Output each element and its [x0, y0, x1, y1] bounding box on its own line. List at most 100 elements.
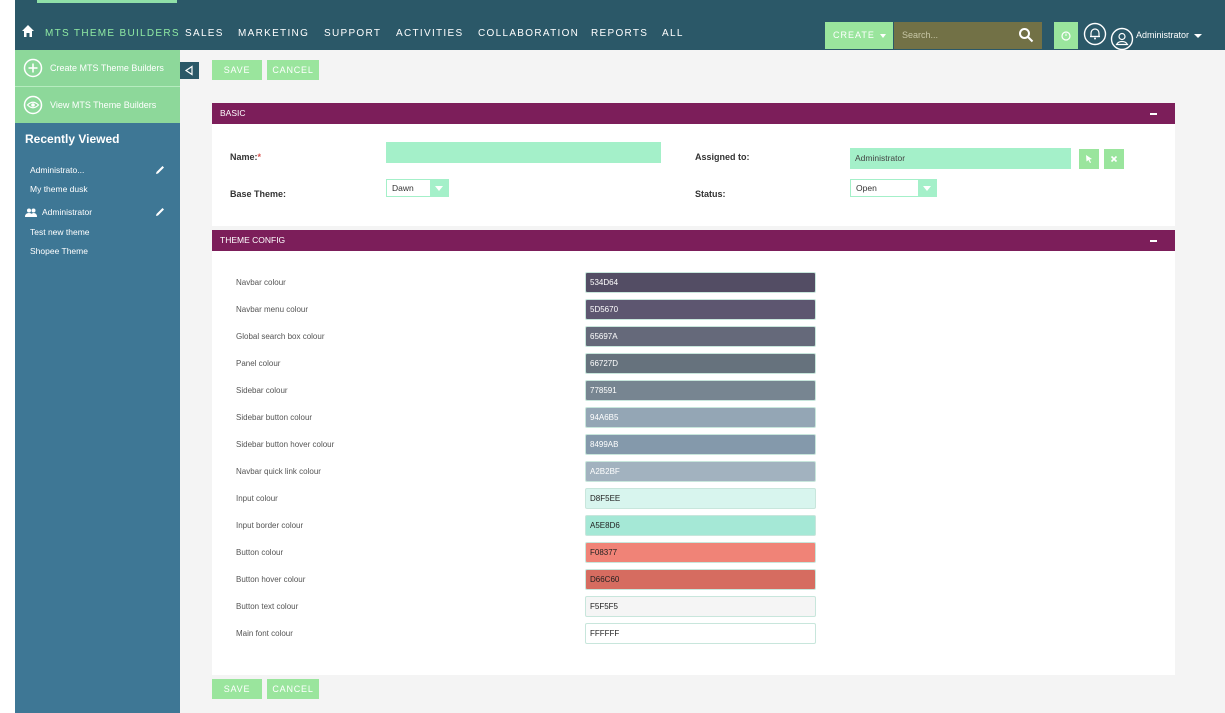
base-theme-value: Dawn: [392, 183, 414, 193]
theme-config-row: Navbar colour 534D64: [212, 268, 1175, 295]
colour-input[interactable]: 66727D: [585, 353, 816, 374]
nav-item-collaboration[interactable]: COLLABORATION: [478, 28, 579, 39]
assigned-to-label: Assigned to:: [695, 152, 750, 162]
nav-item-sales[interactable]: SALES: [185, 28, 224, 39]
theme-config-label: Sidebar button hover colour: [236, 440, 335, 449]
colour-input[interactable]: 534D64: [585, 272, 816, 293]
theme-config-label: Sidebar colour: [236, 386, 288, 395]
panel-title: THEME CONFIG: [220, 235, 286, 245]
create-button-label: CREATE: [833, 30, 875, 40]
save-button[interactable]: SAVE: [212, 60, 262, 80]
assigned-to-input[interactable]: Administrator: [850, 148, 1071, 169]
recent-item[interactable]: Shopee Theme: [30, 246, 88, 256]
theme-config-row: Navbar menu colour 5D5670: [212, 295, 1175, 322]
theme-config-row: Button text colour F5F5F5: [212, 592, 1175, 619]
theme-config-row: Sidebar button hover colour 8499AB: [212, 430, 1175, 457]
nav-item-support[interactable]: SUPPORT: [324, 28, 381, 39]
colour-input[interactable]: 65697A: [585, 326, 816, 347]
sidebar: Create MTS Theme Builders View MTS Theme…: [15, 50, 180, 713]
base-theme-select[interactable]: Dawn: [386, 179, 449, 197]
cancel-button-bottom[interactable]: CANCEL: [267, 679, 319, 699]
create-button[interactable]: CREATE: [825, 22, 893, 49]
panel-title: BASIC: [220, 108, 246, 118]
action-label: Create MTS Theme Builders: [50, 63, 164, 73]
user-name-label: Administrator: [1136, 30, 1190, 40]
action-label: View MTS Theme Builders: [50, 100, 157, 110]
colour-input[interactable]: 8499AB: [585, 434, 816, 455]
collapse-minus-icon[interactable]: [1150, 240, 1157, 242]
user-menu[interactable]: Administrator: [1136, 30, 1202, 40]
nav-item-reports[interactable]: REPORTS: [591, 28, 648, 39]
search-icon[interactable]: [1018, 27, 1034, 43]
theme-config-label: Panel colour: [236, 359, 281, 368]
status-label: Status:: [695, 189, 726, 199]
theme-config-panel-header[interactable]: THEME CONFIG: [212, 230, 1175, 251]
status-value: Open: [856, 183, 877, 193]
recent-item[interactable]: Administrator: [42, 207, 92, 217]
colour-input[interactable]: FFFFFF: [585, 623, 816, 644]
recent-item[interactable]: Test new theme: [30, 227, 90, 237]
notification-bell-icon[interactable]: [1083, 22, 1107, 46]
chevron-down-icon: [880, 34, 886, 38]
name-label: Name:*: [230, 152, 262, 162]
nav-item-activities[interactable]: ACTIVITIES: [396, 28, 463, 39]
theme-config-label: Main font colour: [236, 629, 293, 638]
colour-input[interactable]: 778591: [585, 380, 816, 401]
pencil-icon[interactable]: [155, 165, 165, 175]
theme-config-label: Sidebar button colour: [236, 413, 313, 422]
view-mts-theme-builders-action[interactable]: View MTS Theme Builders: [15, 86, 180, 123]
theme-config-row: Input border colour A5E8D6: [212, 511, 1175, 538]
clear-user-button[interactable]: [1104, 149, 1124, 169]
theme-config-row: Global search box colour 65697A: [212, 322, 1175, 349]
cancel-button[interactable]: CANCEL: [267, 60, 319, 80]
select-user-button[interactable]: [1079, 149, 1099, 169]
home-icon[interactable]: [21, 24, 35, 38]
active-nav-indicator: [37, 0, 177, 3]
theme-config-label: Button hover colour: [236, 575, 306, 584]
collapse-arrow-icon: [184, 65, 193, 76]
theme-config-panel-body: Navbar colour 534D64 Navbar menu colour 5D5…: [212, 251, 1175, 675]
theme-config-row: Main font colour FFFFFF: [212, 619, 1175, 646]
recent-item[interactable]: My theme dusk: [30, 184, 88, 194]
colour-input[interactable]: 5D5670: [585, 299, 816, 320]
people-icon: [25, 208, 37, 217]
theme-config-label: Navbar quick link colour: [236, 467, 321, 476]
colour-input[interactable]: F08377: [585, 542, 816, 563]
cursor-arrow-icon: [1086, 155, 1092, 163]
theme-config-row: Sidebar colour 778591: [212, 376, 1175, 403]
theme-config-row: Input colour D8F5EE: [212, 484, 1175, 511]
colour-input[interactable]: F5F5F5: [585, 596, 816, 617]
create-mts-theme-builders-action[interactable]: Create MTS Theme Builders: [15, 50, 180, 86]
base-theme-label: Base Theme:: [230, 189, 287, 199]
recent-item[interactable]: Administrato...: [30, 165, 84, 175]
name-input[interactable]: [386, 142, 661, 163]
colour-input[interactable]: A2B2BF: [585, 461, 816, 482]
theme-config-row: Button colour F08377: [212, 538, 1175, 565]
nav-brand-module[interactable]: MTS THEME BUILDERS: [45, 28, 180, 39]
colour-input[interactable]: 94A6B5: [585, 407, 816, 428]
nav-item-marketing[interactable]: MARKETING: [238, 28, 309, 39]
eye-icon: [23, 95, 43, 115]
theme-config-row: Button hover colour D66C60: [212, 565, 1175, 592]
theme-config-label: Navbar menu colour: [236, 305, 309, 314]
plus-circle-icon: [23, 58, 43, 78]
quick-action-button[interactable]: [1054, 22, 1078, 49]
theme-config-label: Button text colour: [236, 602, 299, 611]
colour-input[interactable]: D66C60: [585, 569, 816, 590]
top-navbar: MTS THEME BUILDERS SALES MARKETING SUPPO…: [15, 0, 1225, 51]
clock-icon: [1061, 31, 1071, 41]
sidebar-collapse-toggle[interactable]: [180, 62, 199, 79]
save-button-bottom[interactable]: SAVE: [212, 679, 262, 699]
colour-input[interactable]: A5E8D6: [585, 515, 816, 536]
user-avatar-icon[interactable]: [1110, 27, 1134, 51]
collapse-minus-icon[interactable]: [1150, 113, 1157, 115]
dropdown-arrow-icon: [430, 180, 448, 196]
app-frame: MTS THEME BUILDERS SALES MARKETING SUPPO…: [15, 0, 1225, 713]
basic-panel-header[interactable]: BASIC: [212, 103, 1175, 124]
status-select[interactable]: Open: [850, 179, 937, 197]
nav-item-all[interactable]: ALL: [662, 28, 684, 39]
theme-config-label: Global search box colour: [236, 332, 325, 341]
theme-config-label: Input colour: [236, 494, 278, 503]
colour-input[interactable]: D8F5EE: [585, 488, 816, 509]
pencil-icon[interactable]: [155, 207, 165, 217]
